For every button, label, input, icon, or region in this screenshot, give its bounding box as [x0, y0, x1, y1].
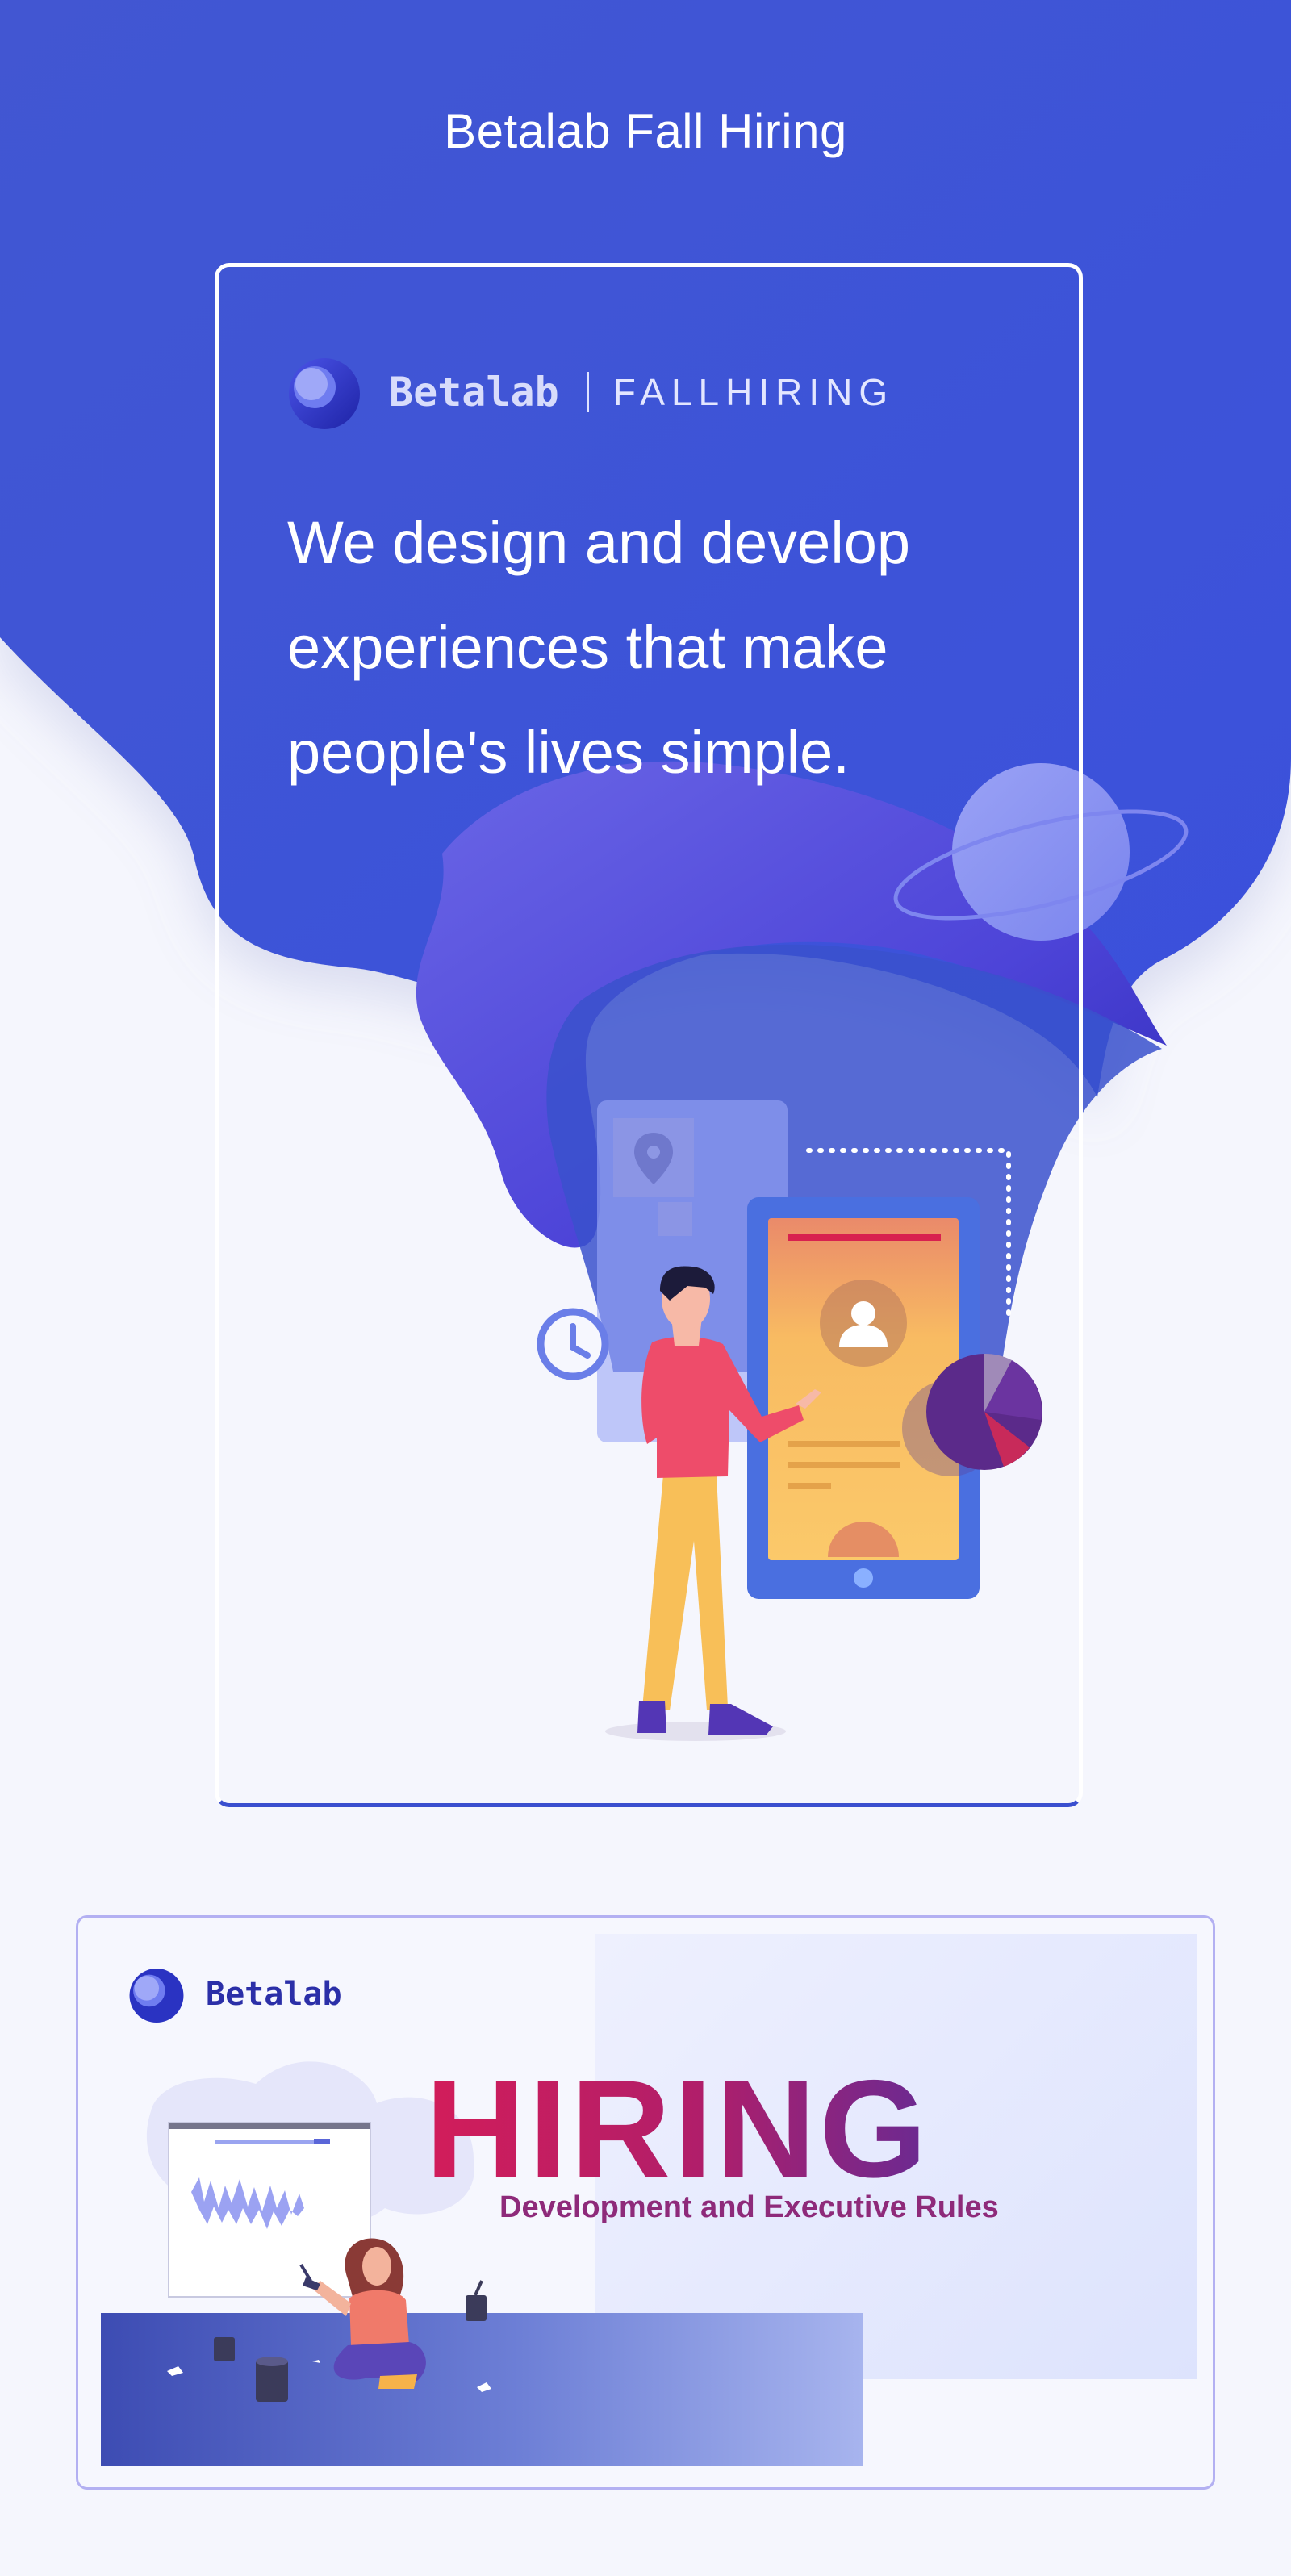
brand-tagline: FALLHIRING: [612, 371, 895, 413]
headline: We design and develop experiences that m…: [287, 491, 1013, 805]
banner-brand-name: Betalab: [206, 1976, 342, 2013]
headline-line: experiences that make: [287, 614, 888, 681]
hiring-subtitle: Development and Executive Rules: [499, 2190, 999, 2224]
headline-line: people's lives simple.: [287, 719, 850, 786]
brand-name: Betalab: [389, 369, 559, 415]
page-title: Betalab Fall Hiring: [444, 104, 847, 158]
brand-header: Betalab FALLHIRING: [287, 353, 894, 431]
brand-divider: [586, 372, 589, 412]
betalab-logo-icon: [129, 1969, 184, 2023]
banner-brand: Betalab: [128, 1964, 342, 2024]
hiring-heading: HIRING: [425, 2052, 930, 2207]
headline-line: We design and develop: [287, 509, 911, 576]
betalab-logo-icon: [289, 358, 360, 429]
hiring-banner-card: Betalab HIRING Development and Executive…: [76, 1915, 1215, 2490]
